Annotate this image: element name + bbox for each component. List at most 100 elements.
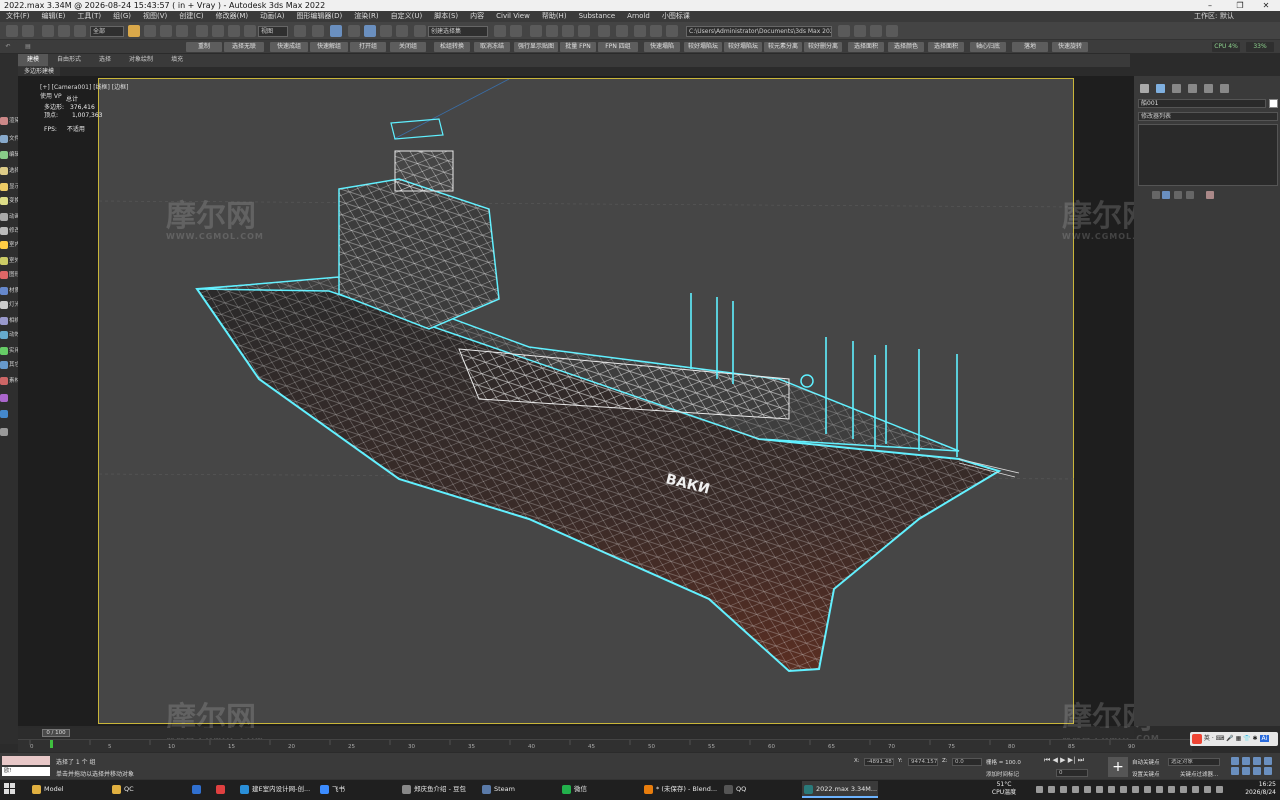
set-key-button[interactable]: 设置关键点 bbox=[1132, 770, 1160, 778]
polygon-modeling-label[interactable]: 多边形建模 bbox=[18, 67, 60, 76]
menu-rendering[interactable]: 渲染(R) bbox=[348, 11, 384, 22]
material-editor-icon[interactable] bbox=[616, 25, 628, 37]
cmd-button-20[interactable]: 落地 bbox=[1012, 42, 1048, 52]
key-selection-dropdown[interactable]: 选定对象 bbox=[1168, 758, 1220, 766]
camera-viewport[interactable]: ВАКИ bbox=[98, 78, 1076, 724]
cmd-button-16[interactable]: 选择面积 bbox=[848, 42, 884, 52]
named-selection-dropdown[interactable]: 创建选择集 bbox=[428, 26, 488, 37]
modifier-list-dropdown[interactable]: 修改器列表 bbox=[1138, 112, 1278, 121]
cmd-button-8[interactable]: 强行显示贴图 bbox=[514, 42, 558, 52]
scene-explorer-icon[interactable] bbox=[546, 25, 558, 37]
close-button[interactable]: ✕ bbox=[1252, 0, 1280, 11]
cmd-button-19[interactable]: 轴心归底 bbox=[970, 42, 1006, 52]
taskbar-item[interactable]: Model bbox=[30, 781, 100, 798]
menu-small-icons[interactable]: 小图标课 bbox=[656, 11, 696, 22]
ref-coord-dropdown[interactable]: 视图 bbox=[258, 26, 288, 37]
menu-scripting[interactable]: 脚本(S) bbox=[428, 11, 464, 22]
sidebar-item-animation[interactable]: 动画 bbox=[0, 212, 20, 221]
prev-frame-icon[interactable]: ◀ bbox=[1053, 756, 1058, 764]
toggle-ribbon-icon[interactable] bbox=[562, 25, 574, 37]
tab-object-paint[interactable]: 对象绘制 bbox=[120, 54, 162, 66]
project-folder-icon[interactable] bbox=[838, 25, 850, 37]
render-setup-icon[interactable] bbox=[634, 25, 646, 37]
cmd-button-6[interactable]: 松组转换 bbox=[434, 42, 470, 52]
menu-civil-view[interactable]: Civil View bbox=[490, 11, 536, 22]
cmd-button-4[interactable]: 打开组 bbox=[350, 42, 386, 52]
time-slider-thumb[interactable]: 0 / 100 bbox=[42, 729, 70, 737]
keyboard-shortcut-icon[interactable] bbox=[330, 25, 342, 37]
menu-views[interactable]: 视图(V) bbox=[137, 11, 173, 22]
manipulate-icon[interactable] bbox=[312, 25, 324, 37]
cmd-button-10[interactable]: FPN 四组 bbox=[598, 42, 638, 52]
menu-group[interactable]: 组(G) bbox=[107, 11, 137, 22]
remove-modifier-icon[interactable] bbox=[1186, 191, 1194, 199]
windows-start-icon[interactable] bbox=[4, 783, 16, 795]
system-clock[interactable]: 16:25 2026/8/24 bbox=[1236, 781, 1276, 797]
minimize-button[interactable]: – bbox=[1196, 0, 1224, 11]
cmd-button-3[interactable]: 快速解组 bbox=[310, 42, 348, 52]
menu-tools[interactable]: 工具(T) bbox=[71, 11, 107, 22]
project-path[interactable]: C:\Users\Administrator\Documents\3ds Max… bbox=[686, 26, 832, 37]
taskbar-item[interactable]: QC bbox=[110, 781, 176, 798]
goto-start-icon[interactable]: ⏮ bbox=[1044, 756, 1050, 764]
display-tab-icon[interactable] bbox=[1204, 84, 1213, 93]
taskbar-item[interactable]: 飞书 bbox=[318, 781, 394, 798]
cmd-button-5[interactable]: 关闭组 bbox=[390, 42, 426, 52]
angle-snap-icon[interactable] bbox=[364, 25, 376, 37]
viewport-icon-1[interactable] bbox=[854, 25, 866, 37]
link-icon[interactable] bbox=[42, 25, 54, 37]
taskbar-item[interactable]: 郑庆鱼介绍 - 豆包 bbox=[400, 781, 476, 798]
menu-edit[interactable]: 编辑(E) bbox=[36, 11, 72, 22]
taskbar-item[interactable]: 建E室内设计网-创... bbox=[238, 781, 314, 798]
snap-icon[interactable] bbox=[348, 25, 360, 37]
pin-stack-icon[interactable] bbox=[1152, 191, 1160, 199]
add-key-icon[interactable]: + bbox=[1108, 757, 1128, 777]
taskbar-item[interactable]: 微信 bbox=[560, 781, 636, 798]
track-bar[interactable] bbox=[18, 739, 1192, 752]
sidebar-item-display[interactable]: 显示 bbox=[0, 182, 20, 191]
taskbar-item[interactable]: * (未保存) - Blend... bbox=[642, 781, 720, 798]
place-icon[interactable] bbox=[244, 25, 256, 37]
maxscript-input[interactable]: 欧! bbox=[2, 767, 50, 776]
sidebar-item-exterior[interactable]: 室外 bbox=[0, 256, 20, 265]
sidebar-item-select[interactable]: 选择 bbox=[0, 166, 20, 175]
taskbar-item[interactable] bbox=[190, 781, 210, 798]
configure-sets-icon[interactable] bbox=[1206, 191, 1214, 199]
sidebar-item-file[interactable]: 文件 bbox=[0, 134, 20, 143]
mirror-icon[interactable] bbox=[494, 25, 506, 37]
auto-key-button[interactable]: 自动关键点 bbox=[1132, 758, 1160, 766]
tab-populate[interactable]: 填充 bbox=[162, 54, 192, 66]
cmd-button-14[interactable]: 较元素分离 bbox=[764, 42, 802, 52]
spinner-snap-icon[interactable] bbox=[396, 25, 408, 37]
rotate-icon[interactable] bbox=[212, 25, 224, 37]
key-filters-button[interactable]: 关键点过滤器... bbox=[1180, 770, 1218, 778]
cmd-button-17[interactable]: 选择颜色 bbox=[888, 42, 924, 52]
sidebar-extra-icon-3[interactable] bbox=[0, 428, 18, 436]
goto-end-icon[interactable]: ⏭ bbox=[1078, 756, 1084, 764]
sidebar-item-transform[interactable]: 变换 bbox=[0, 196, 20, 205]
rect-select-icon[interactable] bbox=[160, 25, 172, 37]
add-time-tag[interactable]: 添加时间标记 bbox=[986, 770, 1019, 778]
show-end-result-icon[interactable] bbox=[1162, 191, 1170, 199]
cmd-button-12[interactable]: 较好塌陷坛 bbox=[684, 42, 722, 52]
create-tab-icon[interactable] bbox=[1140, 84, 1149, 93]
play-icon[interactable]: ▶ bbox=[1060, 756, 1065, 764]
maxscript-listener[interactable] bbox=[2, 756, 50, 765]
sidebar-item-material[interactable]: 材质 bbox=[0, 286, 20, 295]
cmd-button-18[interactable]: 选择面积 bbox=[928, 42, 964, 52]
sidebar-item-render[interactable]: 渲染 bbox=[0, 116, 20, 125]
bind-space-warp-icon[interactable] bbox=[74, 25, 86, 37]
cmd-button-0[interactable]: 重制 bbox=[186, 42, 222, 52]
object-name-field[interactable]: 船001 bbox=[1138, 99, 1266, 108]
sidebar-item-utility[interactable]: 实用 bbox=[0, 346, 20, 355]
menu-modifiers[interactable]: 修改器(M) bbox=[210, 11, 255, 22]
move-icon[interactable] bbox=[196, 25, 208, 37]
current-frame-field[interactable]: 0 bbox=[1056, 769, 1088, 777]
edit-named-selection-icon[interactable] bbox=[414, 25, 426, 37]
menu-customize[interactable]: 自定义(U) bbox=[385, 11, 429, 22]
cmd-button-15[interactable]: 较好删分离 bbox=[804, 42, 842, 52]
workspace-dropdown[interactable]: 默认 bbox=[1214, 11, 1240, 22]
tab-modeling[interactable]: 建模 bbox=[18, 54, 49, 66]
viewport-icon-2[interactable] bbox=[870, 25, 882, 37]
menu-help[interactable]: 帮助(H) bbox=[536, 11, 573, 22]
